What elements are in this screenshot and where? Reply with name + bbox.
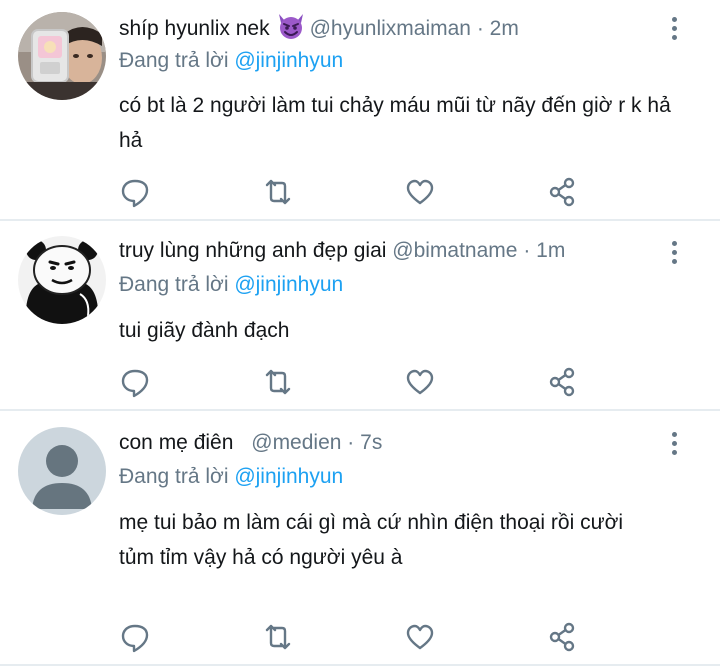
reply-icon[interactable] xyxy=(115,172,155,212)
tweet-actions xyxy=(0,617,720,657)
smiling-imp-icon xyxy=(276,12,306,49)
separator-dot: · xyxy=(476,17,484,40)
share-icon[interactable] xyxy=(542,172,582,212)
avatar[interactable] xyxy=(18,12,106,100)
user-handle[interactable]: @hyunlixmaiman xyxy=(310,17,471,40)
tweet-header: shíp hyunlix nek @hyunlixmaiman · 2m xyxy=(119,12,519,49)
tweet-text: tui giãy đành đạch xyxy=(119,319,290,342)
tweet-actions xyxy=(0,362,720,402)
display-name[interactable]: truy lùng những anh đẹp giai xyxy=(119,239,386,262)
tweet-actions xyxy=(0,172,720,212)
tweet-header: con mẹ điên @medien · 7s xyxy=(119,428,382,458)
photo-avatar-icon xyxy=(18,12,106,100)
reply-icon[interactable] xyxy=(115,362,155,402)
like-icon[interactable] xyxy=(400,362,440,402)
retweet-icon[interactable] xyxy=(258,617,298,657)
tweet-reply-2[interactable]: truy lùng những anh đẹp giai @bimatname … xyxy=(0,221,720,409)
replying-to-label: Đang trả lời xyxy=(119,465,229,488)
more-options-icon[interactable] xyxy=(664,14,686,44)
replying-to: Đang trả lời @jinjinhyun xyxy=(119,462,343,492)
like-icon[interactable] xyxy=(400,172,440,212)
more-options-icon[interactable] xyxy=(664,238,686,268)
mention-link[interactable]: @jinjinhyun xyxy=(234,273,343,296)
separator-dot: · xyxy=(523,239,531,262)
tweet-text: mẹ tui bảo m làm cái gì mà cứ nhìn điện … xyxy=(119,511,624,569)
replying-to-label: Đang trả lời xyxy=(119,273,229,296)
separator-dot: · xyxy=(347,431,355,454)
mention-link[interactable]: @jinjinhyun xyxy=(234,465,343,488)
share-icon[interactable] xyxy=(542,362,582,402)
like-icon[interactable] xyxy=(400,617,440,657)
more-options-icon[interactable] xyxy=(664,429,686,459)
user-handle[interactable]: @bimatname xyxy=(392,239,517,262)
display-name[interactable]: con mẹ điên xyxy=(119,431,233,454)
avatar[interactable] xyxy=(18,427,106,515)
default-avatar-icon xyxy=(18,427,106,515)
timestamp[interactable]: 1m xyxy=(536,239,565,262)
retweet-icon[interactable] xyxy=(258,362,298,402)
display-name[interactable]: shíp hyunlix nek xyxy=(119,17,270,40)
tweet-reply-1[interactable]: shíp hyunlix nek @hyunlixmaiman · 2m Đan… xyxy=(0,0,720,220)
replying-to-label: Đang trả lời xyxy=(119,49,229,72)
timestamp[interactable]: 2m xyxy=(490,17,519,40)
replying-to: Đang trả lời @jinjinhyun xyxy=(119,46,343,76)
share-icon[interactable] xyxy=(542,617,582,657)
reply-icon[interactable] xyxy=(115,617,155,657)
replying-to: Đang trả lời @jinjinhyun xyxy=(119,270,343,300)
tweet-text: có bt là 2 người làm tui chảy máu mũi từ… xyxy=(119,94,671,152)
tweet-header: truy lùng những anh đẹp giai @bimatname … xyxy=(119,236,565,266)
tweet-reply-3[interactable]: con mẹ điên @medien · 7s Đang trả lời @j… xyxy=(0,411,720,666)
retweet-icon[interactable] xyxy=(258,172,298,212)
user-handle[interactable]: @medien xyxy=(251,431,341,454)
avatar[interactable] xyxy=(18,236,106,324)
mention-link[interactable]: @jinjinhyun xyxy=(234,49,343,72)
panda-meme-avatar-icon xyxy=(18,236,106,324)
timestamp[interactable]: 7s xyxy=(360,431,382,454)
